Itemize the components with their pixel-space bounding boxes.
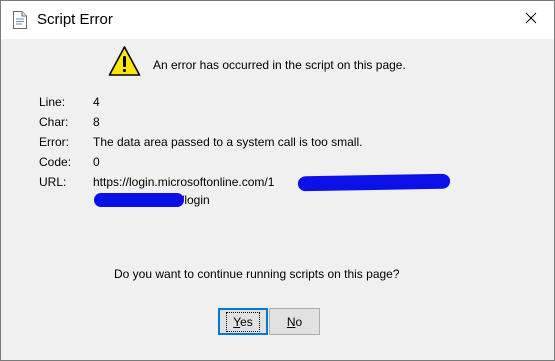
line-value: 4 <box>93 95 100 109</box>
error-label: Error: <box>39 135 69 149</box>
no-button-label: No <box>286 314 303 329</box>
warning-icon <box>108 45 141 78</box>
window-title: Script Error <box>37 11 113 28</box>
document-script-icon <box>12 11 28 29</box>
error-value: The data area passed to a system call is… <box>93 135 363 149</box>
error-message: An error has occurred in the script on t… <box>153 58 406 72</box>
yes-button[interactable]: Yes <box>218 308 268 335</box>
close-button[interactable] <box>508 1 554 39</box>
no-button[interactable]: No <box>269 308 320 335</box>
redaction-mark <box>94 193 184 207</box>
redaction-mark <box>297 173 451 192</box>
url-label: URL: <box>39 175 67 189</box>
code-value: 0 <box>93 155 100 169</box>
close-icon <box>525 11 537 29</box>
script-error-dialog: Script Error An error has occurred in th… <box>0 0 555 361</box>
continue-question: Do you want to continue running scripts … <box>114 267 400 281</box>
char-value: 8 <box>93 115 100 129</box>
code-label: Code: <box>39 155 72 169</box>
line-label: Line: <box>39 95 66 109</box>
yes-button-label: Yes <box>226 311 260 332</box>
title-bar: Script Error <box>1 1 554 39</box>
char-label: Char: <box>39 115 69 129</box>
url-value-line1: https://login.microsoftonline.com/1 <box>93 175 275 189</box>
